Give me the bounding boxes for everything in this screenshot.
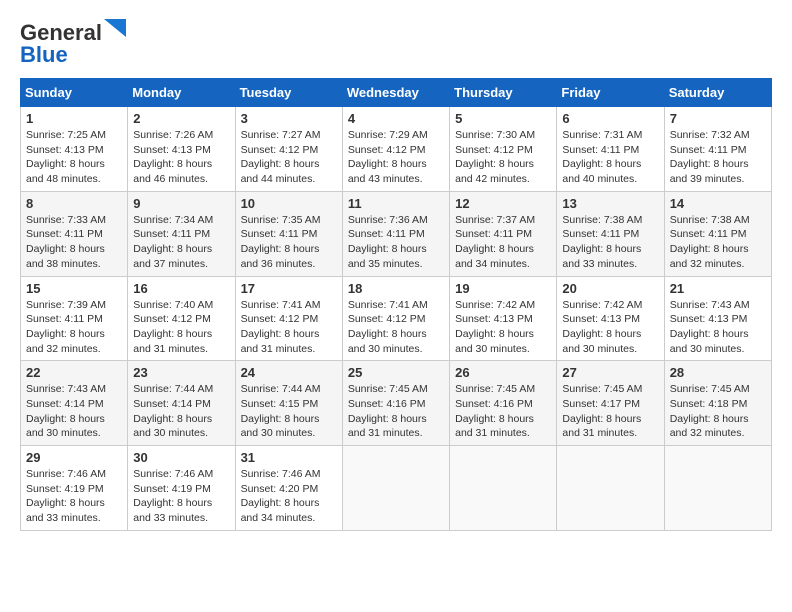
table-cell: 29Sunrise: 7:46 AMSunset: 4:19 PMDayligh… <box>21 446 128 531</box>
table-cell: 6Sunrise: 7:31 AMSunset: 4:11 PMDaylight… <box>557 107 664 192</box>
table-cell: 22Sunrise: 7:43 AMSunset: 4:14 PMDayligh… <box>21 361 128 446</box>
table-cell <box>450 446 557 531</box>
col-tuesday: Tuesday <box>235 79 342 107</box>
table-cell: 23Sunrise: 7:44 AMSunset: 4:14 PMDayligh… <box>128 361 235 446</box>
col-friday: Friday <box>557 79 664 107</box>
table-cell: 25Sunrise: 7:45 AMSunset: 4:16 PMDayligh… <box>342 361 449 446</box>
table-cell: 28Sunrise: 7:45 AMSunset: 4:18 PMDayligh… <box>664 361 771 446</box>
page-header: General Blue <box>20 20 772 68</box>
table-cell: 21Sunrise: 7:43 AMSunset: 4:13 PMDayligh… <box>664 276 771 361</box>
table-cell: 30Sunrise: 7:46 AMSunset: 4:19 PMDayligh… <box>128 446 235 531</box>
table-cell: 16Sunrise: 7:40 AMSunset: 4:12 PMDayligh… <box>128 276 235 361</box>
table-cell: 15Sunrise: 7:39 AMSunset: 4:11 PMDayligh… <box>21 276 128 361</box>
table-cell: 19Sunrise: 7:42 AMSunset: 4:13 PMDayligh… <box>450 276 557 361</box>
table-cell: 17Sunrise: 7:41 AMSunset: 4:12 PMDayligh… <box>235 276 342 361</box>
table-cell: 31Sunrise: 7:46 AMSunset: 4:20 PMDayligh… <box>235 446 342 531</box>
table-cell: 24Sunrise: 7:44 AMSunset: 4:15 PMDayligh… <box>235 361 342 446</box>
table-cell <box>342 446 449 531</box>
table-cell: 9Sunrise: 7:34 AMSunset: 4:11 PMDaylight… <box>128 191 235 276</box>
col-sunday: Sunday <box>21 79 128 107</box>
table-cell: 12Sunrise: 7:37 AMSunset: 4:11 PMDayligh… <box>450 191 557 276</box>
table-cell: 13Sunrise: 7:38 AMSunset: 4:11 PMDayligh… <box>557 191 664 276</box>
table-cell: 8Sunrise: 7:33 AMSunset: 4:11 PMDaylight… <box>21 191 128 276</box>
table-cell <box>557 446 664 531</box>
logo: General Blue <box>20 20 126 68</box>
table-cell: 1Sunrise: 7:25 AMSunset: 4:13 PMDaylight… <box>21 107 128 192</box>
table-cell: 5Sunrise: 7:30 AMSunset: 4:12 PMDaylight… <box>450 107 557 192</box>
table-cell: 7Sunrise: 7:32 AMSunset: 4:11 PMDaylight… <box>664 107 771 192</box>
table-cell: 2Sunrise: 7:26 AMSunset: 4:13 PMDaylight… <box>128 107 235 192</box>
table-cell: 18Sunrise: 7:41 AMSunset: 4:12 PMDayligh… <box>342 276 449 361</box>
table-cell: 10Sunrise: 7:35 AMSunset: 4:11 PMDayligh… <box>235 191 342 276</box>
col-wednesday: Wednesday <box>342 79 449 107</box>
table-cell <box>664 446 771 531</box>
col-saturday: Saturday <box>664 79 771 107</box>
table-cell: 4Sunrise: 7:29 AMSunset: 4:12 PMDaylight… <box>342 107 449 192</box>
calendar-header-row: Sunday Monday Tuesday Wednesday Thursday… <box>21 79 772 107</box>
logo-blue: Blue <box>20 42 68 68</box>
logo-arrow-icon <box>104 19 126 37</box>
col-thursday: Thursday <box>450 79 557 107</box>
table-cell: 3Sunrise: 7:27 AMSunset: 4:12 PMDaylight… <box>235 107 342 192</box>
table-cell: 14Sunrise: 7:38 AMSunset: 4:11 PMDayligh… <box>664 191 771 276</box>
table-cell: 26Sunrise: 7:45 AMSunset: 4:16 PMDayligh… <box>450 361 557 446</box>
table-cell: 11Sunrise: 7:36 AMSunset: 4:11 PMDayligh… <box>342 191 449 276</box>
table-cell: 27Sunrise: 7:45 AMSunset: 4:17 PMDayligh… <box>557 361 664 446</box>
calendar-table: Sunday Monday Tuesday Wednesday Thursday… <box>20 78 772 531</box>
table-cell: 20Sunrise: 7:42 AMSunset: 4:13 PMDayligh… <box>557 276 664 361</box>
col-monday: Monday <box>128 79 235 107</box>
